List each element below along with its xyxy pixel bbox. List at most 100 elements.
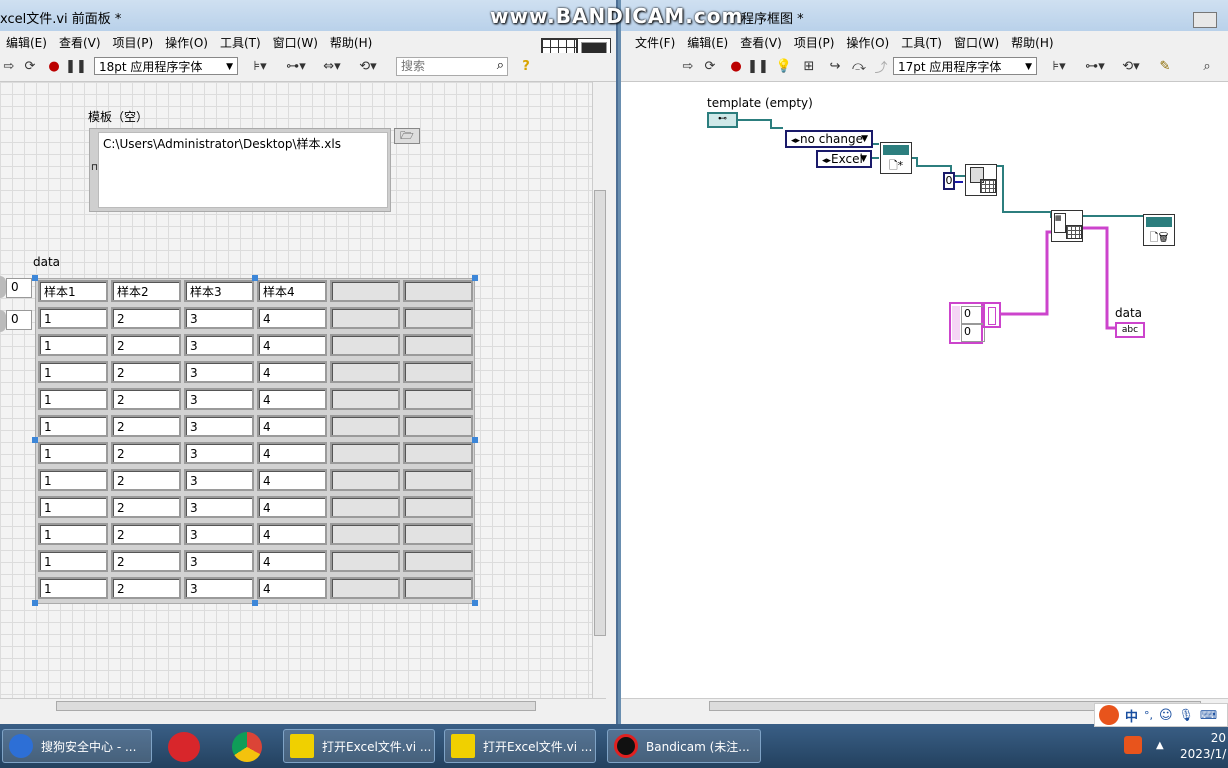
selection-handle[interactable] bbox=[32, 600, 38, 606]
table-cell[interactable] bbox=[403, 550, 473, 572]
table-cell[interactable] bbox=[403, 415, 473, 437]
menu-help[interactable]: 帮助(H) bbox=[1005, 31, 1059, 51]
keyboard-icon[interactable]: ⌨ bbox=[1200, 708, 1217, 722]
table-cell[interactable]: 1 bbox=[38, 496, 108, 518]
table-cell[interactable]: 2 bbox=[111, 469, 181, 491]
excel-get-sheet-vi-icon[interactable] bbox=[965, 164, 997, 196]
selection-handle[interactable] bbox=[252, 275, 258, 281]
excel-enum[interactable]: ◂▸Excel ▼ bbox=[816, 150, 872, 168]
menu-view[interactable]: 查看(V) bbox=[734, 31, 788, 51]
table-cell[interactable]: 2 bbox=[111, 388, 181, 410]
search-input[interactable] bbox=[401, 58, 481, 74]
table-header-cell[interactable]: 样本1 bbox=[38, 280, 108, 302]
index-array-constant[interactable]: 0 0 bbox=[949, 302, 985, 344]
table-cell[interactable]: 1 bbox=[38, 523, 108, 545]
distribute-objects-icon[interactable]: ⊶▾ bbox=[282, 57, 310, 75]
front-panel-vscroll[interactable] bbox=[592, 82, 607, 698]
table-header-cell[interactable] bbox=[403, 280, 473, 302]
table-cell[interactable]: 2 bbox=[111, 307, 181, 329]
table-cell[interactable] bbox=[330, 388, 400, 410]
reorder-icon[interactable]: ⟲▾ bbox=[1117, 57, 1145, 75]
table-cell[interactable] bbox=[403, 442, 473, 464]
menu-file[interactable]: 文件(F) bbox=[621, 31, 681, 51]
table-cell[interactable]: 3 bbox=[184, 442, 254, 464]
step-out-icon[interactable]: ⤴ bbox=[871, 57, 891, 76]
sogou-logo-icon[interactable] bbox=[1099, 705, 1119, 725]
table-cell[interactable]: 4 bbox=[257, 442, 327, 464]
table-cell[interactable]: 3 bbox=[184, 496, 254, 518]
table-cell[interactable]: 4 bbox=[257, 334, 327, 356]
help-icon[interactable]: ? bbox=[518, 57, 534, 75]
row-index-field[interactable]: 0 bbox=[6, 278, 32, 298]
table-cell[interactable]: 3 bbox=[184, 334, 254, 356]
table-cell[interactable]: 4 bbox=[257, 577, 327, 599]
show-hidden-icons-icon[interactable]: ▲ bbox=[1156, 740, 1164, 751]
minimize-button[interactable] bbox=[1193, 12, 1217, 28]
template-path-terminal[interactable]: ⊷ bbox=[707, 112, 738, 128]
table-cell[interactable]: 3 bbox=[184, 307, 254, 329]
search-icon[interactable]: ⌕ bbox=[497, 58, 504, 73]
selection-handle[interactable] bbox=[252, 600, 258, 606]
align-objects-icon[interactable]: ⊧▾ bbox=[246, 57, 274, 75]
table-cell[interactable] bbox=[403, 388, 473, 410]
menu-project[interactable]: 项目(P) bbox=[788, 31, 841, 51]
table-cell[interactable]: 1 bbox=[38, 550, 108, 572]
table-cell[interactable]: 1 bbox=[38, 388, 108, 410]
table-cell[interactable] bbox=[330, 415, 400, 437]
step-into-icon[interactable]: ↪ bbox=[825, 57, 845, 75]
index-1-field[interactable]: 0 bbox=[961, 324, 985, 342]
table-cell[interactable]: 3 bbox=[184, 388, 254, 410]
table-cell[interactable]: 3 bbox=[184, 469, 254, 491]
run-arrow-icon[interactable]: ⇨ bbox=[2, 57, 16, 75]
menu-project[interactable]: 项目(P) bbox=[107, 31, 160, 51]
table-cell[interactable]: 2 bbox=[111, 550, 181, 572]
font-combo[interactable]: 17pt 应用程序字体 ▼ bbox=[893, 57, 1037, 75]
pause-icon[interactable]: ❚❚ bbox=[65, 57, 87, 75]
menu-edit[interactable]: 编辑(E) bbox=[681, 31, 734, 51]
table-cell[interactable] bbox=[403, 361, 473, 383]
netease-music-icon[interactable] bbox=[168, 732, 200, 762]
selection-handle[interactable] bbox=[32, 437, 38, 443]
menu-edit[interactable]: 编辑(E) bbox=[0, 31, 53, 51]
abort-icon[interactable]: ● bbox=[45, 57, 63, 75]
table-cell[interactable]: 4 bbox=[257, 388, 327, 410]
taskbar-item-bandicam[interactable]: Bandicam (未注... bbox=[607, 729, 761, 763]
string-array-wire[interactable] bbox=[1001, 230, 1051, 316]
menu-tools[interactable]: 工具(T) bbox=[895, 31, 948, 51]
table-cell[interactable] bbox=[330, 469, 400, 491]
table-header-cell[interactable] bbox=[330, 280, 400, 302]
table-cell[interactable]: 1 bbox=[38, 334, 108, 356]
new-report-vi-icon[interactable]: 🗋* bbox=[880, 142, 912, 174]
menu-help[interactable]: 帮助(H) bbox=[324, 31, 378, 51]
align-objects-icon[interactable]: ⊧▾ bbox=[1045, 57, 1073, 75]
selection-handle[interactable] bbox=[32, 275, 38, 281]
run-continuously-icon[interactable]: ⟳ bbox=[21, 57, 39, 75]
punctuation-icon[interactable]: °, bbox=[1144, 709, 1153, 722]
refnum-wire[interactable] bbox=[911, 157, 965, 177]
ime-mode-label[interactable]: 中 bbox=[1125, 706, 1138, 725]
table-cell[interactable]: 2 bbox=[111, 523, 181, 545]
highlight-execution-icon[interactable]: 💡 bbox=[775, 57, 793, 75]
chrome-icon[interactable] bbox=[232, 732, 262, 762]
table-cell[interactable]: 3 bbox=[184, 523, 254, 545]
table-cell[interactable]: 1 bbox=[38, 415, 108, 437]
table-cell[interactable]: 3 bbox=[184, 577, 254, 599]
table-cell[interactable]: 2 bbox=[111, 361, 181, 383]
table-cell[interactable]: 1 bbox=[38, 577, 108, 599]
table-cell[interactable] bbox=[403, 469, 473, 491]
run-arrow-icon[interactable]: ⇨ bbox=[680, 57, 696, 75]
clean-up-diagram-icon[interactable]: ✎ bbox=[1153, 57, 1177, 75]
menu-operate[interactable]: 操作(O) bbox=[840, 31, 895, 51]
run-continuously-icon[interactable]: ⟳ bbox=[701, 57, 719, 75]
distribute-objects-icon[interactable]: ⊶▾ bbox=[1081, 57, 1109, 75]
table-cell[interactable] bbox=[330, 361, 400, 383]
vscroll-thumb[interactable] bbox=[594, 190, 606, 636]
font-combo[interactable]: 18pt 应用程序字体 ▼ bbox=[94, 57, 238, 75]
search-box[interactable]: ⌕ bbox=[396, 57, 508, 76]
table-cell[interactable] bbox=[403, 307, 473, 329]
table-header-cell[interactable]: 样本3 bbox=[184, 280, 254, 302]
table-cell[interactable]: 3 bbox=[184, 550, 254, 572]
hscroll-thumb[interactable] bbox=[56, 701, 536, 711]
table-cell[interactable]: 2 bbox=[111, 415, 181, 437]
menu-window[interactable]: 窗口(W) bbox=[948, 31, 1005, 51]
